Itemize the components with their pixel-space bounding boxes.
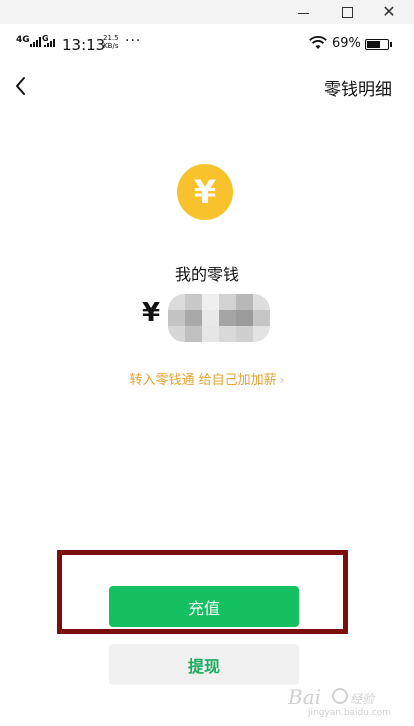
navigation-bar: 零钱明细 [0,62,414,110]
wifi-icon [309,36,327,49]
promo-text: 转入零钱通 给自己加加薪 [129,373,277,388]
signal-strength-icon-secondary [44,39,55,47]
battery-percent: 69% [332,36,361,51]
minimize-button[interactable] [282,0,324,24]
baidu-logo: Bai 经验 [288,685,376,709]
status-time: 13:13 [62,36,106,54]
network-speed: 21.5 KB/s [103,34,119,50]
battery-level [367,41,380,48]
network-type: 4G [16,35,30,45]
change-details-link[interactable]: 零钱明细 [324,75,392,100]
minimize-icon [297,12,309,14]
close-button[interactable]: ✕ [368,0,410,24]
lingqiantong-promo-link[interactable]: 转入零钱通 给自己加加薪 › [0,369,414,388]
watermark-url: jingyan.baidu.com [308,708,392,718]
yen-coin-icon: ¥ [177,164,233,220]
phone-screen: 4G G 13:13 21.5 KB/s ··· 69% 零钱明细 ¥ 我的零钱… [0,24,414,726]
maximize-button[interactable] [326,0,368,24]
window-title-bar: ✕ [0,0,414,24]
balance-label: 我的零钱 [174,265,239,284]
svg-text:经验: 经验 [350,692,376,706]
more-notifications-icon: ··· [125,33,142,49]
chevron-left-icon[interactable] [10,72,32,100]
network-speed-value: 21.5 [103,34,119,42]
balance-amount: ¥ [138,292,278,344]
status-bar: 4G G 13:13 21.5 KB/s ··· 69% [0,24,414,62]
blurred-balance-mosaic [168,294,270,342]
svg-text:Bai: Bai [288,685,321,709]
network-speed-unit: KB/s [103,42,119,50]
withdraw-button[interactable]: 提现 [109,644,299,685]
signal-strength-icon [30,37,42,47]
chevron-right-icon: › [279,373,285,387]
close-icon: ✕ [382,2,396,21]
maximize-icon [341,6,353,18]
currency-symbol: ¥ [142,298,161,328]
battery-icon [365,39,392,50]
baidu-jingyan-watermark: Bai 经验 jingyan.baidu.com [286,682,406,722]
recharge-button[interactable]: 充值 [109,586,299,627]
